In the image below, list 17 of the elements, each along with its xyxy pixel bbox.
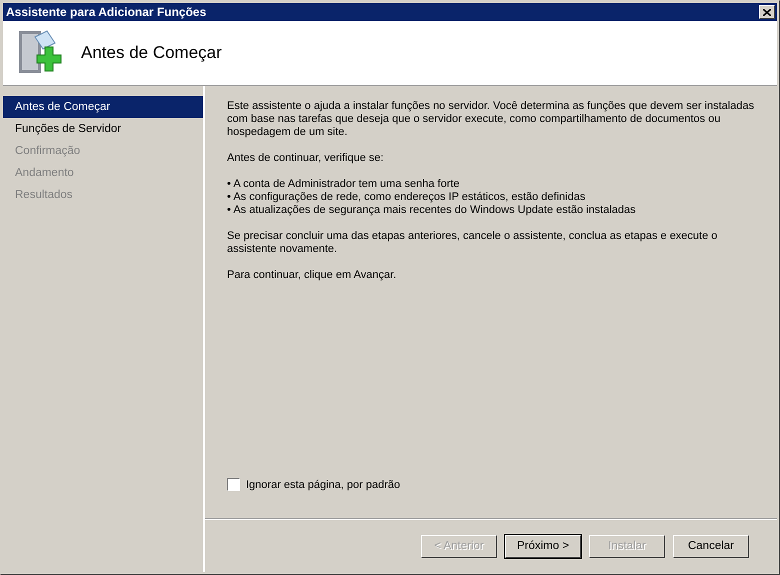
paragraph: Se precisar concluir uma das etapas anteriores, cancele o assistente, conclua as etapas e execute o assistente novamente.	[227, 230, 718, 256]
bullet-item: • A conta de Administrador tem uma senha forte	[227, 178, 461, 191]
paragraph: Este assistente o ajuda a instalar funções no servidor. Você determina as funções que devem ser instaladas com base nas tarefas que deseja que o servidor execute, como compartilhamento de documentos ou hospedagem de um site.	[227, 100, 756, 139]
wizard-button[interactable]: Próximo >	[505, 534, 581, 558]
bullet-item: • As atualizações de segurança mais recentes do Windows Update estão instaladas	[227, 204, 637, 217]
close-icon	[763, 8, 771, 16]
bullet-item: • As configurações de rede, como endereços IP estáticos, estão definidas	[227, 191, 586, 204]
paragraph: Para continuar, clique em Avançar.	[227, 269, 398, 282]
checkbox-label: Ignorar esta página, por padrão	[246, 478, 400, 490]
page-heading: Antes de Começar	[81, 43, 222, 63]
window-title: Assistente para Adicionar Funções	[6, 5, 206, 19]
paragraph: Antes de continuar, verifique se:	[227, 152, 385, 165]
close-button[interactable]	[759, 5, 775, 19]
sidebar-item[interactable]: Funções de Servidor	[3, 118, 203, 140]
wizard-button[interactable]: Cancelar	[673, 534, 749, 558]
checkbox[interactable]	[227, 478, 240, 491]
sidebar-item[interactable]: Antes de Começar	[3, 96, 203, 118]
